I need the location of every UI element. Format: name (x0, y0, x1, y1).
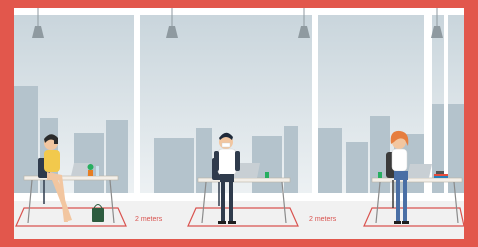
office-illustration (14, 8, 464, 239)
office-scene: 2 meters 2 meters (14, 8, 464, 239)
distance-label-left: 2 meters (135, 216, 163, 223)
distance-label-right: 2 meters (309, 216, 337, 223)
illustration-frame: 2 meters 2 meters (0, 0, 478, 247)
